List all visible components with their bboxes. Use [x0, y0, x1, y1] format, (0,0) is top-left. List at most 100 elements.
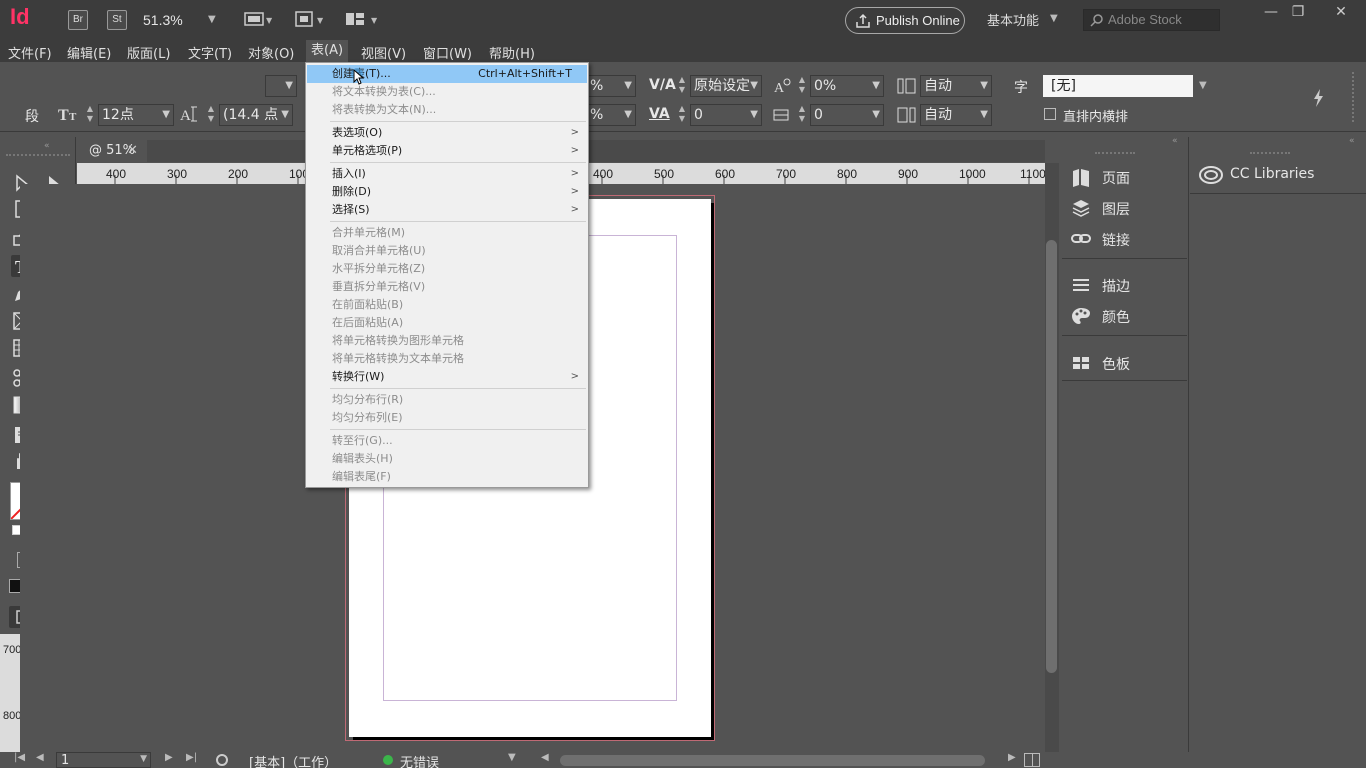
menu-item-edit-footer[interactable]: 编辑表尾(F) [307, 468, 587, 486]
view-options-icon[interactable]: ▼ [295, 11, 327, 27]
font-size-field[interactable]: 12点 ▼ [98, 104, 174, 126]
font-style-field[interactable]: ▼ [265, 75, 297, 97]
tate-chu-yoko-checkbox[interactable] [1044, 108, 1056, 120]
tracking-field[interactable]: 0 ▼ [690, 104, 762, 126]
control-panel-grip[interactable] [1352, 72, 1358, 122]
page-number-field[interactable]: 1 ▼ [56, 752, 151, 768]
cc-libraries-panel-tab[interactable]: CC Libraries [1230, 166, 1314, 182]
menu-item-go-to-row[interactable]: 转至行(G)... [307, 432, 587, 450]
menu-item-paste-before[interactable]: 在前面粘贴(B) [307, 296, 587, 314]
collapse-tools-icon[interactable]: « [44, 141, 50, 151]
arrange-documents-icon[interactable]: ▼ [345, 11, 381, 27]
workspace-switcher[interactable]: 基本功能 [987, 10, 1039, 29]
workspace-dropdown-icon[interactable]: ▼ [1050, 13, 1058, 24]
collapse-col1-icon[interactable]: « [1172, 136, 1178, 146]
zoom-level[interactable]: 51.3% [143, 12, 183, 28]
menu-layout[interactable]: 版面(L) [127, 43, 170, 62]
links-panel-tab[interactable]: 链接 [1070, 227, 1180, 251]
menu-file[interactable]: 文件(F) [8, 43, 52, 62]
last-page-button[interactable]: ▶| [186, 752, 197, 763]
open-page-icon[interactable] [215, 753, 231, 767]
menu-item-table-options[interactable]: 表选项(O) > [307, 124, 587, 142]
scroll-right-icon[interactable]: ▶ [1008, 752, 1016, 763]
stroke-panel-tab[interactable]: 描边 [1070, 273, 1180, 297]
adobe-stock-search[interactable]: Adobe Stock [1083, 9, 1220, 31]
font-size-stepper[interactable]: ▲ ▼ [84, 104, 96, 126]
zoom-dropdown-icon[interactable]: ▼ [208, 14, 216, 25]
menu-item-convert-to-text-cell[interactable]: 将单元格转换为文本单元格 [307, 350, 587, 368]
character-style-dropdown-icon[interactable]: ▼ [1199, 80, 1207, 91]
preflight-status[interactable]: 无错误 [400, 752, 439, 768]
menu-view[interactable]: 视图(V) [361, 43, 406, 62]
kerning-field[interactable]: 原始设定 ▼ [690, 75, 762, 97]
horizontal-scroll-thumb[interactable] [560, 755, 985, 766]
close-button[interactable]: ✕ [1330, 4, 1352, 20]
stock-button[interactable]: St [107, 10, 127, 30]
baseline-shift-stepper[interactable]: ▲ ▼ [796, 75, 808, 97]
swatches-panel-tab[interactable]: 色板 [1070, 351, 1180, 375]
horizontal-scale-field[interactable]: % ▼ [586, 75, 636, 97]
leading-field[interactable]: (14.4 点 ▼ [219, 104, 293, 126]
panel-grip[interactable] [1095, 152, 1135, 154]
scroll-left-icon[interactable]: ◀ [541, 752, 549, 763]
split-layout-icon[interactable] [1024, 753, 1040, 767]
vertical-scroll-thumb[interactable] [1046, 240, 1057, 673]
menu-item-label: 在后面粘贴(A) [332, 316, 404, 329]
document-tab[interactable]: @ 51% ✕ [77, 140, 147, 162]
menu-item-distribute-columns[interactable]: 均匀分布列(E) [307, 409, 587, 427]
menu-type[interactable]: 文字(T) [188, 43, 232, 62]
skew-stepper[interactable]: ▲ ▼ [796, 104, 808, 126]
menu-help[interactable]: 帮助(H) [489, 43, 535, 62]
preflight-dropdown-icon[interactable]: ▼ [508, 752, 516, 763]
tracking-stepper[interactable]: ▲ ▼ [676, 104, 688, 126]
menu-item-convert-to-graphic-cell[interactable]: 将单元格转换为图形单元格 [307, 332, 587, 350]
next-page-button[interactable]: ▶ [165, 752, 173, 763]
bridge-button[interactable]: Br [68, 10, 88, 30]
menu-item-distribute-rows[interactable]: 均匀分布行(R) [307, 391, 587, 409]
menu-item-edit-header[interactable]: 编辑表头(H) [307, 450, 587, 468]
kerning-stepper[interactable]: ▲ ▼ [676, 75, 688, 97]
swatches-label: 色板 [1102, 357, 1130, 373]
collapse-col2-icon[interactable]: « [1349, 136, 1355, 146]
screen-mode-icon[interactable]: ▼ [244, 11, 272, 27]
vertical-ruler[interactable]: 700 800 [0, 634, 20, 754]
menu-item-convert-rows[interactable]: 转换行(W) > [307, 368, 587, 386]
menu-item-split-vertical[interactable]: 垂直拆分单元格(V) [307, 278, 587, 296]
character-style-field[interactable]: [无] [1043, 75, 1193, 97]
close-tab-icon[interactable]: ✕ [127, 140, 138, 162]
menu-edit[interactable]: 编辑(E) [67, 43, 111, 62]
menu-item-delete[interactable]: 删除(D) > [307, 183, 587, 201]
page-dropdown-icon[interactable]: ▼ [140, 754, 147, 764]
menu-item-insert[interactable]: 插入(I) > [307, 165, 587, 183]
menu-object[interactable]: 对象(O) [248, 43, 294, 62]
menu-item-paste-after[interactable]: 在后面粘贴(A) [307, 314, 587, 332]
color-panel-tab[interactable]: 颜色 [1070, 304, 1180, 328]
vertical-scale-field[interactable]: % ▼ [586, 104, 636, 126]
menu-table[interactable]: 表(A) [306, 40, 349, 62]
menu-item-convert-table-to-text[interactable]: 将表转换为文本(N)... [307, 101, 587, 119]
menu-item-select[interactable]: 选择(S) > [307, 201, 587, 219]
master-page-label[interactable]: [基本]（工作） [249, 752, 337, 768]
pages-panel-tab[interactable]: 页面 [1070, 165, 1180, 189]
menu-item-create-table[interactable]: 创建表(T)... Ctrl+Alt+Shift+T [307, 65, 587, 83]
menu-item-cell-options[interactable]: 单元格选项(P) > [307, 142, 587, 160]
restore-button[interactable]: ❐ [1287, 4, 1309, 20]
publish-online-button[interactable]: Publish Online [845, 7, 965, 34]
menu-item-merge-cells[interactable]: 合并单元格(M) [307, 224, 587, 242]
menu-item-convert-text-to-table[interactable]: 将文本转换为表(C)... [307, 83, 587, 101]
minimize-button[interactable]: — [1260, 4, 1282, 20]
menu-item-split-horizontal[interactable]: 水平拆分单元格(Z) [307, 260, 587, 278]
prev-page-button[interactable]: ◀ [36, 752, 44, 763]
menu-window[interactable]: 窗口(W) [423, 43, 472, 62]
auto-field-2[interactable]: 自动 ▼ [920, 104, 992, 126]
menu-item-unmerge-cells[interactable]: 取消合并单元格(U) [307, 242, 587, 260]
baseline-shift-field[interactable]: 0% ▼ [810, 75, 884, 97]
panel-grip[interactable] [1250, 152, 1290, 154]
leading-stepper[interactable]: ▲ ▼ [205, 104, 217, 126]
lightning-icon[interactable] [1312, 88, 1326, 108]
layers-panel-tab[interactable]: 图层 [1070, 196, 1180, 220]
tools-grip[interactable] [6, 154, 70, 157]
first-page-button[interactable]: |◀ [14, 752, 25, 763]
auto-field-1[interactable]: 自动 ▼ [920, 75, 992, 97]
skew-field[interactable]: 0 ▼ [810, 104, 884, 126]
